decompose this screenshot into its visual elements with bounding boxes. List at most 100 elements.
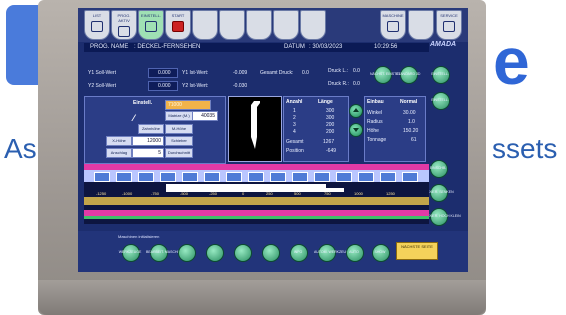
anzahl-header: Anzahl	[286, 99, 303, 105]
prog-aktiv-button[interactable]: PROG. AKTIV	[111, 10, 137, 40]
top-toolbar: LIST PROG. AKTIV EINSTELL. START MASCHIN…	[78, 8, 468, 42]
gesamt-value: 1267	[323, 139, 335, 145]
anschlag-label: Anschlag	[106, 148, 132, 158]
backgauge-finger[interactable]	[226, 172, 242, 182]
y1-soll-label: Y1 Soll-Wert	[88, 70, 116, 76]
winkel-label: Winkel	[367, 110, 383, 116]
position-ruler	[84, 197, 429, 205]
list-button[interactable]: LIST	[84, 10, 110, 40]
hoehe-value: 150.20	[403, 128, 419, 134]
service-icon	[443, 21, 455, 32]
service-button[interactable]: SERVICE	[436, 10, 462, 40]
press-brake-screen: LIST PROG. AKTIV EINSTELL. START MASCHIN…	[78, 8, 468, 272]
durchschnitt-label: Durchschnitt	[165, 148, 193, 158]
toolbar-button-7[interactable]	[246, 10, 272, 40]
bottom-button-3[interactable]	[178, 244, 196, 262]
matrize-field[interactable]: 40035	[192, 111, 218, 121]
backgauge-finger[interactable]	[138, 172, 154, 182]
scale-tick: 1000	[354, 191, 363, 196]
backgauge-scale: -1250 -1000 -750 -500 -250 0 250 500 750…	[84, 164, 429, 224]
einstell-bottom-label: EINSTELL.	[431, 98, 449, 102]
einstell-button[interactable]: EINSTELL.	[138, 10, 164, 40]
table-line	[84, 216, 429, 219]
y2-ist-label: Y2 Ist-Wert:	[182, 83, 209, 89]
toolbar-button-9[interactable]	[300, 10, 326, 40]
stop-icon	[172, 21, 184, 32]
m-hoehe-label: M-Höhe	[165, 124, 193, 134]
background-text-right: ssets	[492, 133, 558, 164]
list-icon	[91, 21, 103, 32]
zahnhoehe-label: Zahnhöhe	[138, 124, 164, 134]
backgauge-finger[interactable]	[160, 172, 176, 182]
table-row-1-n: 1	[293, 108, 296, 114]
laenge-header: Länge	[318, 99, 333, 105]
scale-tick: -1250	[96, 191, 107, 196]
datum-value: : 30/03/2023	[309, 44, 343, 50]
scale-tick: -1000	[122, 191, 133, 196]
maschine-button[interactable]: MASCHINE	[380, 10, 406, 40]
backgauge-finger[interactable]	[94, 172, 110, 182]
einstell-title: Einstell.	[133, 100, 153, 106]
backgauge-finger[interactable]	[314, 172, 330, 182]
table-row-3-len: 200	[326, 122, 335, 128]
x-hoehe-field[interactable]: 12000	[132, 136, 164, 146]
bend-symbol-icon: ⁄	[133, 113, 135, 123]
bend-profile-icon	[251, 101, 260, 149]
bearbeit-maschine-label: BEARBEIT. MASCHINE	[146, 250, 184, 254]
schieber-label: Schieber	[165, 136, 193, 146]
monitor-bezel-bottom	[38, 280, 486, 315]
nachst-einstellen-label: NÄCHST. EINSTELLEN	[370, 72, 408, 76]
bottom-button-6[interactable]	[262, 244, 280, 262]
prog-name-value: : DECKEL-FERNSEHEN	[134, 44, 201, 50]
anschlag-field[interactable]: 5	[132, 148, 164, 158]
x-hoehe-label: X-Höhe	[106, 136, 132, 146]
table-row-3-n: 3	[293, 122, 296, 128]
backgauge-finger[interactable]	[270, 172, 286, 182]
scale-tick: 750	[324, 191, 331, 196]
scroll-down-button[interactable]	[349, 123, 363, 137]
clock: 10:29:56	[374, 44, 398, 50]
scale-tick: 500	[294, 191, 301, 196]
backgauge-finger[interactable]	[380, 172, 396, 182]
backgauge-finger[interactable]	[248, 172, 264, 182]
backgauge-finger[interactable]	[116, 172, 132, 182]
toolbar-button-8[interactable]	[273, 10, 299, 40]
radius-label: Radius	[367, 119, 383, 125]
backgauge-finger[interactable]	[204, 172, 220, 182]
scale-tick: -250	[209, 191, 218, 196]
scroll-up-button[interactable]	[349, 104, 363, 118]
radius-value: 1.0	[408, 119, 415, 125]
backgauge-finger[interactable]	[402, 172, 418, 182]
backgauge-finger[interactable]	[358, 172, 374, 182]
matrize-label: Matrize (M.)	[165, 111, 193, 121]
arrow-down-icon	[353, 128, 359, 132]
backgauge-finger[interactable]	[336, 172, 352, 182]
title-bar: PROG. NAME : DECKEL-FERNSEHEN DATUM : 30…	[84, 43, 429, 52]
auto-label: AUTO	[349, 250, 359, 254]
scale-tick: -750	[151, 191, 160, 196]
background-letter: e	[493, 24, 530, 98]
start-button[interactable]: START	[165, 10, 191, 40]
toolbar-button-6[interactable]	[219, 10, 245, 40]
fixier-senken-label: FIXIER. SENKEN	[426, 190, 454, 194]
scale-tick: 0	[242, 191, 245, 196]
toolbar-button-5[interactable]	[192, 10, 218, 40]
toolbar-button-11[interactable]	[408, 10, 434, 40]
backgauge-finger[interactable]	[292, 172, 308, 182]
standard-3d-label: STANDARD 3D	[396, 72, 421, 76]
position-value: -649	[326, 148, 337, 154]
arrow-up-icon	[353, 108, 359, 112]
scale-tick: 1250	[386, 191, 395, 196]
backgauge-finger[interactable]	[182, 172, 198, 182]
normal-header: Normal	[400, 99, 418, 105]
brand-logo: AMADA	[430, 41, 457, 48]
druck-l-label: Druck L.:	[328, 68, 349, 74]
einstell-value[interactable]: 71000	[165, 100, 211, 110]
bottom-button-4[interactable]	[206, 244, 224, 262]
bottom-button-5[interactable]	[234, 244, 252, 262]
werkzeuge-label: WERKZEUGE	[118, 250, 142, 254]
next-page-button[interactable]: NÄCHSTE SEITE	[396, 242, 438, 260]
scale-tick: 250	[266, 191, 273, 196]
y2-ist-value: -0.030	[233, 83, 248, 89]
profile-preview	[228, 96, 282, 162]
